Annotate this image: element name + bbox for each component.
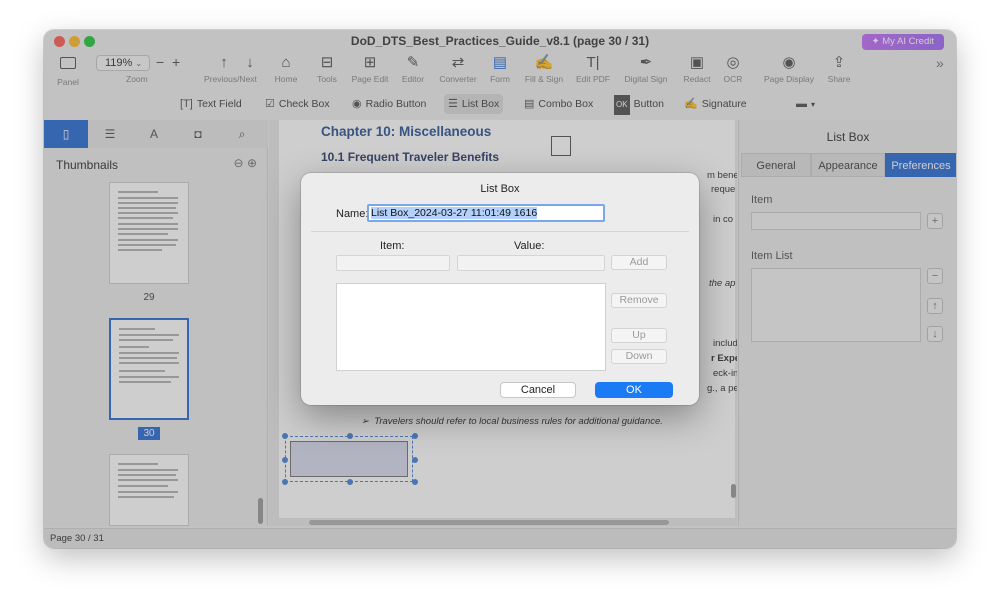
list-box-dialog: List Box Name: List Box_2024-03-27 11:01… xyxy=(301,173,699,405)
value-input[interactable] xyxy=(457,255,605,271)
name-input[interactable]: List Box_2024-03-27 11:01:49 1616 xyxy=(367,204,605,222)
add-button[interactable]: Add xyxy=(611,255,667,270)
ok-button[interactable]: OK xyxy=(595,382,673,398)
cancel-button[interactable]: Cancel xyxy=(500,382,576,398)
name-label: Name: xyxy=(336,208,369,220)
up-button[interactable]: Up xyxy=(611,328,667,343)
dialog-title: List Box xyxy=(480,183,520,195)
remove-button[interactable]: Remove xyxy=(611,293,667,308)
item-list[interactable] xyxy=(336,283,606,371)
name-input-value: List Box_2024-03-27 11:01:49 1616 xyxy=(371,207,538,219)
item-input[interactable] xyxy=(336,255,450,271)
down-button[interactable]: Down xyxy=(611,349,667,364)
item-column-header: Item: xyxy=(380,240,405,252)
dialog-divider xyxy=(311,231,689,232)
value-column-header: Value: xyxy=(514,240,545,252)
